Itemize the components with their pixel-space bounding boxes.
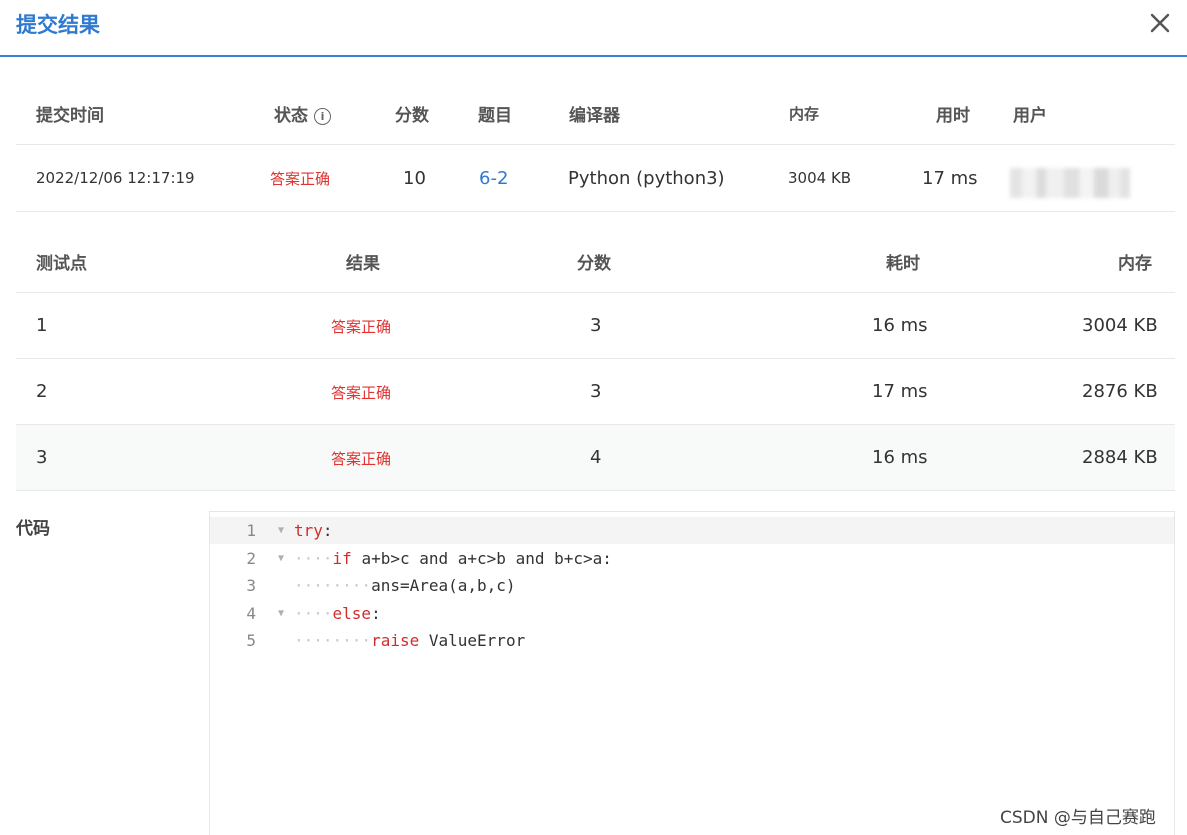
header-status: 状态 i <box>274 101 331 126</box>
header-duration: 用时 <box>936 106 970 126</box>
header-tc-memory: 内存 <box>1118 254 1152 274</box>
fold-arrow-icon[interactable]: ▼ <box>278 517 284 544</box>
code-text: ········ans=Area(a,b,c) <box>294 572 516 599</box>
testcase-id: 3 <box>36 447 48 468</box>
watermark: CSDN @与自己赛跑 <box>1000 808 1156 828</box>
info-icon[interactable]: i <box>314 108 331 125</box>
indent-guide: ········ <box>294 631 372 650</box>
code-text: ········raise ValueError <box>294 627 525 654</box>
code-rest: a+b>c and a+c>b and b+c>a: <box>361 549 612 568</box>
testcase-header-row: 测试点 结果 分数 耗时 内存 <box>16 225 1175 293</box>
code-line: 4 ▼ ····else: <box>210 600 1174 627</box>
code-rest: ValueError <box>428 631 526 650</box>
close-icon[interactable] <box>1147 10 1173 36</box>
submission-row: 2022/12/06 12:17:19 答案正确 10 6-2 Python (… <box>16 145 1175 212</box>
code-rest: : <box>371 604 381 623</box>
testcase-duration: 17 ms <box>872 381 928 402</box>
code-line: 2 ▼ ····if a+b>c and a+c>b and b+c>a: <box>210 545 1174 572</box>
header-user: 用户 <box>1013 106 1047 126</box>
code-keyword: else <box>332 604 372 623</box>
indent-guide: ···· <box>294 604 333 623</box>
code-label: 代码 <box>16 519 50 539</box>
code-line: 1 ▼ try: <box>210 517 1174 544</box>
code-text: ····else: <box>294 600 381 627</box>
code-text: try: <box>294 517 333 544</box>
testcase-id: 1 <box>36 315 48 336</box>
line-number: 4 <box>246 604 256 623</box>
duration-value: 17 ms <box>922 168 978 189</box>
testcase-duration: 16 ms <box>872 315 928 336</box>
code-keyword: if <box>332 549 352 568</box>
header-tc-duration: 耗时 <box>886 254 920 274</box>
testcase-result: 答案正确 <box>331 450 392 468</box>
table-row: 2 答案正确 3 17 ms 2876 KB <box>16 359 1175 425</box>
code-line: 3 ········ans=Area(a,b,c) <box>210 572 1174 599</box>
code-line: 5 ········raise ValueError <box>210 627 1174 654</box>
header-tc-score: 分数 <box>577 254 611 274</box>
line-number: 5 <box>246 631 256 650</box>
testcase-score: 4 <box>590 447 602 468</box>
code-editor[interactable]: 1 ▼ try: 2 ▼ ····if a+b>c and a+c>b and … <box>209 511 1175 835</box>
header-result: 结果 <box>346 254 380 274</box>
header-memory: 内存 <box>789 105 820 123</box>
header-compiler: 编译器 <box>569 106 620 126</box>
submission-header-row: 提交时间 状态 i 分数 题目 编译器 内存 用时 用户 <box>16 78 1175 145</box>
problem-link[interactable]: 6-2 <box>479 168 508 189</box>
memory-value: 3004 KB <box>788 169 852 187</box>
header-submit-time: 提交时间 <box>36 106 104 126</box>
submission-score: 10 <box>403 168 426 189</box>
dialog-header: 提交结果 <box>0 0 1187 57</box>
code-rest: : <box>322 521 333 540</box>
testcase-memory: 2884 KB <box>1082 447 1158 468</box>
fold-arrow-icon[interactable]: ▼ <box>278 600 284 627</box>
code-text: ····if a+b>c and a+c>b and b+c>a: <box>294 545 612 572</box>
testcase-duration: 16 ms <box>872 447 928 468</box>
dialog-title: 提交结果 <box>16 13 100 37</box>
fold-arrow-icon[interactable]: ▼ <box>278 545 284 572</box>
line-number: 3 <box>246 576 256 595</box>
testcase-score: 3 <box>590 381 602 402</box>
testcase-score: 3 <box>590 315 602 336</box>
header-score: 分数 <box>395 106 429 126</box>
header-status-label: 状态 <box>274 106 308 126</box>
table-row: 1 答案正确 3 16 ms 3004 KB <box>16 293 1175 359</box>
header-problem: 题目 <box>478 106 512 126</box>
user-redacted <box>1010 168 1130 198</box>
table-row: 3 答案正确 4 16 ms 2884 KB <box>16 425 1175 491</box>
compiler-value: Python (python3) <box>568 168 725 189</box>
testcase-result: 答案正确 <box>331 384 392 402</box>
code-rest: ans=Area(a,b,c) <box>371 576 516 595</box>
testcase-result: 答案正确 <box>331 318 392 336</box>
submission-status: 答案正确 <box>270 170 331 188</box>
submit-time: 2022/12/06 12:17:19 <box>36 169 195 187</box>
indent-guide: ········ <box>294 576 372 595</box>
code-keyword: raise <box>371 631 420 650</box>
indent-guide: ···· <box>294 549 333 568</box>
code-keyword: try <box>294 521 323 540</box>
header-testcase: 测试点 <box>36 254 87 274</box>
line-number: 1 <box>246 521 256 540</box>
testcase-id: 2 <box>36 381 48 402</box>
line-number: 2 <box>246 549 256 568</box>
testcase-memory: 2876 KB <box>1082 381 1158 402</box>
testcase-memory: 3004 KB <box>1082 315 1158 336</box>
